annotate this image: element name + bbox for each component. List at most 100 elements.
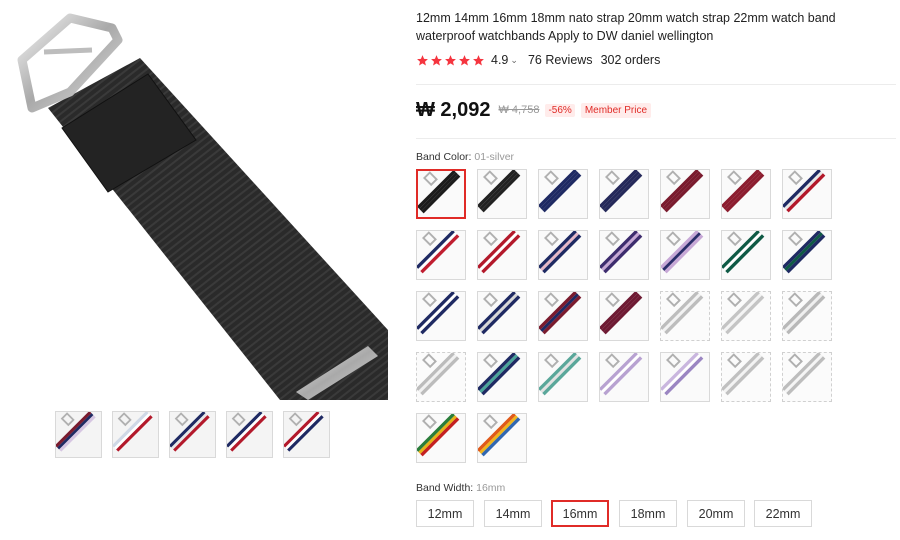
strap-swatch-image [600, 170, 643, 213]
color-swatch-01-silver[interactable] [416, 169, 466, 219]
color-swatch-navy-white-red[interactable] [416, 230, 466, 280]
color-swatch-navy-white-stripe[interactable] [416, 291, 466, 341]
strap-swatch-image [661, 292, 704, 335]
strap-swatch-image [722, 353, 765, 396]
color-swatch-grey-white-5[interactable] [721, 352, 771, 402]
rating-row: 4.9 ⌄ 76 Reviews 302 orders [416, 52, 660, 68]
width-option-22mm[interactable]: 22mm [754, 500, 812, 527]
band-width-value: 16mm [476, 482, 506, 494]
color-swatch-red-white-stripe[interactable] [477, 230, 527, 280]
band-color-swatches [416, 169, 846, 469]
color-swatch-teal-grey[interactable] [538, 352, 588, 402]
color-swatch-navy-red-white[interactable] [782, 169, 832, 219]
rating-stars [416, 54, 485, 67]
strap-swatch-image [783, 353, 826, 396]
red-watch-thumb[interactable] [283, 411, 330, 458]
star-icon [445, 54, 456, 65]
width-option-18mm[interactable]: 18mm [619, 500, 677, 527]
product-title: 12mm 14mm 16mm 18mm nato strap 20mm watc… [416, 11, 836, 43]
main-product-image [0, 0, 388, 400]
color-swatch-rainbow-orange[interactable] [477, 413, 527, 463]
thumbnail-image [227, 412, 267, 452]
strap-set-thumb[interactable] [169, 411, 216, 458]
divider [416, 138, 896, 139]
strap-swatch-image [478, 292, 521, 335]
thumbnail-image [284, 412, 324, 452]
color-swatch-teal-navy[interactable] [477, 352, 527, 402]
strap-swatch-image [417, 353, 460, 396]
strap-swatch-image [661, 170, 704, 213]
width-option-12mm[interactable]: 12mm [416, 500, 474, 527]
color-swatch-grey-white-1[interactable] [660, 291, 710, 341]
color-swatch-maroon-navy[interactable] [538, 291, 588, 341]
orders-count: 302 orders [600, 53, 661, 67]
strap-swatch-image [417, 231, 460, 274]
color-swatch-grey-white-2[interactable] [721, 291, 771, 341]
star-icon [417, 54, 428, 65]
color-swatch-navy-pink-stripe[interactable] [538, 230, 588, 280]
color-swatch-navy-grey-stripe[interactable] [477, 291, 527, 341]
color-swatch-green-white[interactable] [721, 230, 771, 280]
strap-swatch-image [722, 231, 765, 274]
strap-swatch-image [661, 231, 704, 274]
width-option-16mm[interactable]: 16mm [551, 500, 609, 527]
strap-swatch-image [600, 231, 643, 274]
navy-red-thumb[interactable] [226, 411, 273, 458]
current-price: ₩ 2,092 [416, 98, 491, 121]
band-color-label: Band Color: 01-silver [416, 151, 515, 163]
nato-strap-image [17, 13, 388, 400]
thumbnail-image [170, 412, 210, 452]
strap-swatch-image [722, 292, 765, 335]
thumbnail-image [113, 412, 153, 452]
strap-swatch-image [539, 170, 582, 213]
color-swatch-grey-white-6[interactable] [782, 352, 832, 402]
color-swatch-lilac-pale[interactable] [660, 352, 710, 402]
strap-swatch-image [661, 353, 704, 396]
chevron-down-icon[interactable]: ⌄ [510, 55, 518, 66]
color-swatch-dark-blue[interactable] [599, 169, 649, 219]
color-swatch-maroon-purple[interactable] [599, 291, 649, 341]
divider [416, 84, 896, 85]
discount-badge: -56% [545, 103, 575, 117]
strap-swatch-image [783, 292, 826, 335]
strap-swatch-image [539, 231, 582, 274]
strap-swatch-image [417, 292, 460, 335]
color-swatch-lilac-navy[interactable] [660, 230, 710, 280]
strap-swatch-image [539, 292, 582, 335]
strap-swatch-image [783, 170, 826, 213]
width-option-20mm[interactable]: 20mm [687, 500, 745, 527]
color-swatch-lilac-white[interactable] [599, 352, 649, 402]
color-swatch-purple-lilac[interactable] [599, 230, 649, 280]
band-width-label: Band Width: 16mm [416, 482, 506, 494]
multi-strap-thumb[interactable] [55, 411, 102, 458]
star-icon [459, 54, 470, 65]
color-swatch-green-navy[interactable] [782, 230, 832, 280]
strap-swatch-image [783, 231, 826, 274]
star-icon [431, 54, 442, 65]
strap-detail-thumb[interactable] [112, 411, 159, 458]
strap-swatch-image [417, 414, 460, 457]
color-swatch-black[interactable] [477, 169, 527, 219]
strap-swatch-image [600, 292, 643, 335]
width-option-14mm[interactable]: 14mm [484, 500, 542, 527]
strap-swatch-image [539, 353, 582, 396]
color-swatch-rainbow-red[interactable] [416, 413, 466, 463]
reviews-link[interactable]: 76 Reviews [528, 53, 593, 67]
strap-swatch-image [722, 170, 765, 213]
color-swatch-wine[interactable] [721, 169, 771, 219]
strap-swatch-image [478, 353, 521, 396]
color-swatch-navy[interactable] [538, 169, 588, 219]
color-swatch-grey-white-4[interactable] [416, 352, 466, 402]
strap-swatch-image [600, 353, 643, 396]
strap-swatch-image [418, 171, 461, 214]
rating-value[interactable]: 4.9 [491, 53, 508, 67]
color-swatch-burgundy[interactable] [660, 169, 710, 219]
strap-swatch-image [478, 170, 521, 213]
member-price-badge: Member Price [580, 102, 652, 118]
original-price: ₩ 4,758 [498, 104, 540, 116]
star-icon [473, 54, 484, 65]
color-swatch-grey-white-3[interactable] [782, 291, 832, 341]
strap-swatch-image [478, 231, 521, 274]
price-row: ₩ 2,092 ₩ 4,758 -56% Member Price [416, 97, 652, 123]
band-color-value: 01-silver [474, 151, 515, 163]
